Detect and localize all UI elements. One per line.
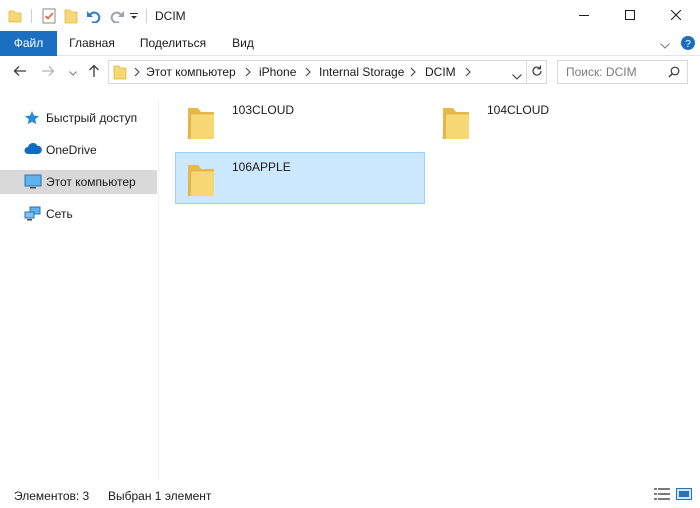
cloud-icon [24,142,42,158]
search-icon [668,66,680,81]
folder-icon [113,64,127,83]
nav-item-onedrive[interactable]: OneDrive [0,138,157,162]
folder-icon [186,105,216,140]
breadcrumb-chevron-icon[interactable] [464,67,472,77]
search-box[interactable] [557,60,688,84]
close-button[interactable] [653,0,699,31]
window-title: DCIM [155,9,186,23]
nav-item-label: Этот компьютер [46,175,136,189]
nav-item-network[interactable]: Сеть [0,202,157,226]
tab-view[interactable]: Вид [221,31,265,56]
breadcrumb-chevron-icon[interactable] [304,67,312,77]
svg-text:?: ? [685,39,691,50]
refresh-icon [531,65,543,80]
folder-icon [8,0,22,31]
ribbon-expand-chevron-icon[interactable] [660,38,670,52]
computer-icon [24,174,42,190]
folder-item[interactable]: 104CLOUD [431,96,681,148]
folder-item-selected[interactable]: 106APPLE [175,152,425,204]
separator [31,0,33,31]
search-input[interactable] [566,64,666,80]
maximize-icon [625,9,635,23]
up-button[interactable] [84,62,104,82]
recent-locations-button[interactable] [63,62,83,82]
breadcrumb-chevron-icon[interactable] [133,67,141,77]
address-bar[interactable]: Этот компьютер iPhone Internal Storage D… [108,60,527,84]
arrow-up-icon [88,64,100,81]
maximize-button[interactable] [607,0,653,31]
folder-name: 104CLOUD [487,103,550,117]
customize-chevron-icon[interactable] [130,0,138,31]
status-bar: Элементов: 3 Выбран 1 элемент [0,484,700,508]
arrow-left-icon [13,65,27,80]
nav-item-quick-access[interactable]: Быстрый доступ [0,106,157,130]
navigation-pane: Быстрый доступ OneDrive Этот компьютер С… [0,100,158,480]
breadcrumb-chevron-icon[interactable] [409,67,417,77]
refresh-button[interactable] [527,60,547,84]
nav-item-label: OneDrive [46,143,97,157]
network-icon [24,206,42,222]
folder-icon [441,105,471,140]
redo-icon[interactable] [109,0,125,31]
ribbon-tabs: Файл Главная Поделиться Вид ? [0,31,700,56]
forward-button[interactable] [38,62,58,82]
breadcrumb-dcim[interactable]: DCIM [425,65,456,79]
nav-item-label: Сеть [46,207,73,221]
tab-share[interactable]: Поделиться [129,31,217,56]
back-button[interactable] [10,62,30,82]
arrow-right-icon [41,65,55,80]
breadcrumb-chevron-icon[interactable] [244,67,252,77]
nav-item-this-pc[interactable]: Этот компьютер [0,170,157,194]
undo-icon[interactable] [86,0,102,31]
details-view-button[interactable] [654,487,670,503]
help-icon[interactable]: ? [681,36,695,53]
breadcrumb-this-pc[interactable]: Этот компьютер [146,65,236,79]
selection-count: Выбран 1 элемент [108,489,212,503]
large-icons-view-button[interactable] [676,487,692,503]
folder-item[interactable]: 103CLOUD [176,96,426,148]
folder-name: 106APPLE [232,160,291,174]
tab-home[interactable]: Главная [57,31,127,56]
tab-file[interactable]: Файл [0,31,57,56]
breadcrumb-internal-storage[interactable]: Internal Storage [319,65,404,79]
new-folder-icon[interactable] [64,0,78,31]
separator [146,0,148,31]
folder-icon [186,162,216,197]
title-bar: DCIM [0,0,700,31]
pane-divider [158,100,159,480]
close-icon [670,9,682,23]
star-icon [24,110,42,126]
breadcrumb-iphone[interactable]: iPhone [259,65,296,79]
folder-name: 103CLOUD [232,103,295,117]
details-view-icon [654,487,670,503]
address-history-chevron-icon[interactable] [512,69,522,83]
nav-item-label: Быстрый доступ [46,111,138,125]
minimize-button[interactable] [561,0,607,31]
large-icons-view-icon [676,487,692,503]
minimize-icon [579,9,589,23]
properties-check-icon[interactable] [42,0,56,31]
chevron-down-icon [69,65,77,79]
item-count: Элементов: 3 [14,489,90,503]
